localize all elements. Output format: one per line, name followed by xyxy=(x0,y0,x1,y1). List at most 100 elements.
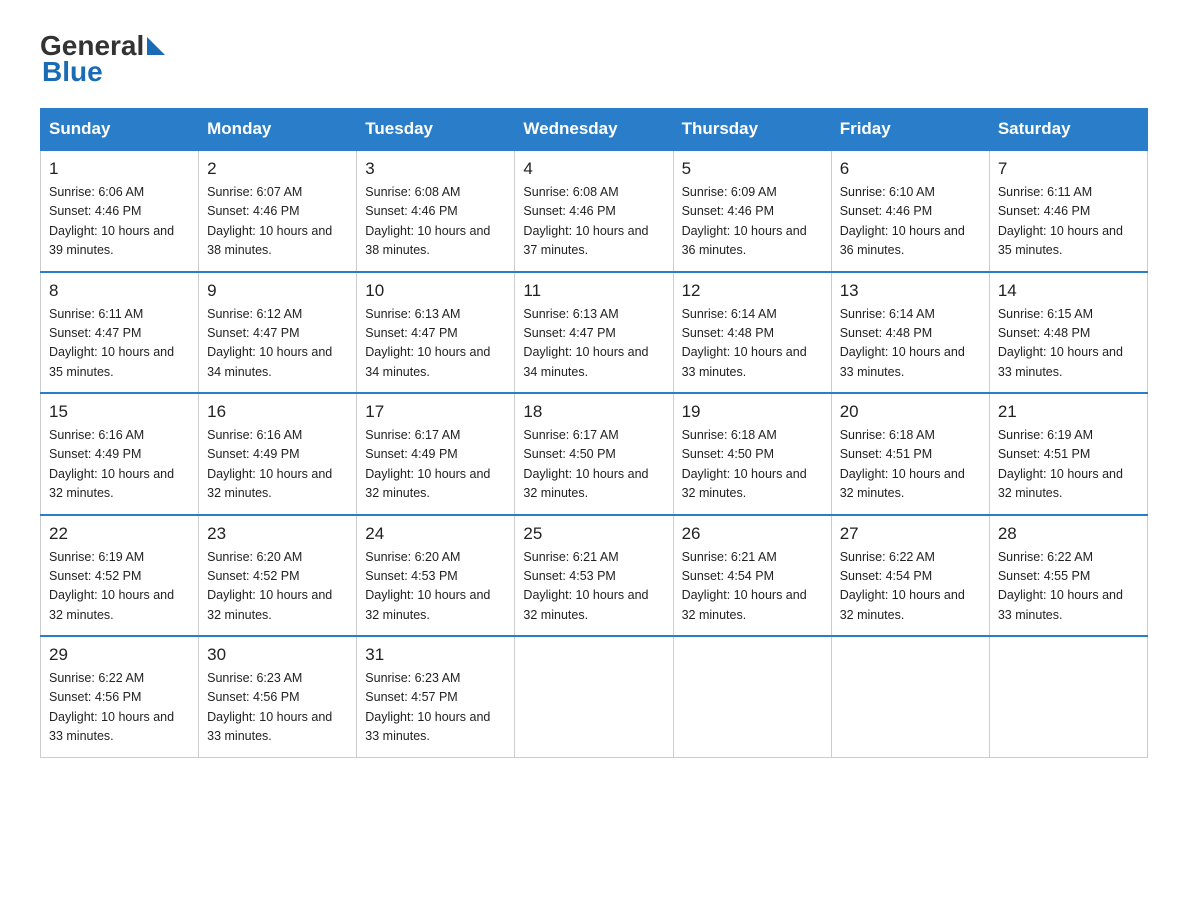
day-info: Sunrise: 6:13 AMSunset: 4:47 PMDaylight:… xyxy=(523,307,648,379)
day-info: Sunrise: 6:22 AMSunset: 4:56 PMDaylight:… xyxy=(49,671,174,743)
day-cell: 16 Sunrise: 6:16 AMSunset: 4:49 PMDayligh… xyxy=(199,393,357,515)
day-number: 20 xyxy=(840,402,981,422)
day-cell: 22Sunrise: 6:19 AMSunset: 4:52 PMDayligh… xyxy=(41,515,199,637)
day-cell xyxy=(673,636,831,757)
logo-blue-text: Blue xyxy=(42,56,103,88)
day-number: 8 xyxy=(49,281,190,301)
day-number: 4 xyxy=(523,159,664,179)
day-cell: 7 Sunrise: 6:11 AMSunset: 4:46 PMDaylight… xyxy=(989,150,1147,272)
day-number: 14 xyxy=(998,281,1139,301)
day-number: 24 xyxy=(365,524,506,544)
day-cell: 13 Sunrise: 6:14 AMSunset: 4:48 PMDayligh… xyxy=(831,272,989,394)
day-number: 2 xyxy=(207,159,348,179)
day-cell: 23 Sunrise: 6:20 AMSunset: 4:52 PMDayligh… xyxy=(199,515,357,637)
day-info: Sunrise: 6:17 AMSunset: 4:49 PMDaylight:… xyxy=(365,428,490,500)
day-number: 26 xyxy=(682,524,823,544)
header-cell-wednesday: Wednesday xyxy=(515,109,673,151)
day-info: Sunrise: 6:16 AMSunset: 4:49 PMDaylight:… xyxy=(49,428,174,500)
day-info: Sunrise: 6:06 AMSunset: 4:46 PMDaylight:… xyxy=(49,185,174,257)
day-cell: 9Sunrise: 6:12 AMSunset: 4:47 PMDaylight… xyxy=(199,272,357,394)
day-number: 6 xyxy=(840,159,981,179)
day-info: Sunrise: 6:17 AMSunset: 4:50 PMDaylight:… xyxy=(523,428,648,500)
day-info: Sunrise: 6:12 AMSunset: 4:47 PMDaylight:… xyxy=(207,307,332,379)
week-row-5: 29 Sunrise: 6:22 AMSunset: 4:56 PMDayligh… xyxy=(41,636,1148,757)
day-cell xyxy=(989,636,1147,757)
day-cell: 4 Sunrise: 6:08 AMSunset: 4:46 PMDaylight… xyxy=(515,150,673,272)
day-info: Sunrise: 6:19 AMSunset: 4:52 PMDaylight:… xyxy=(49,550,174,622)
logo: General Blue xyxy=(40,30,165,88)
day-cell: 29 Sunrise: 6:22 AMSunset: 4:56 PMDayligh… xyxy=(41,636,199,757)
day-number: 15 xyxy=(49,402,190,422)
day-info: Sunrise: 6:10 AMSunset: 4:46 PMDaylight:… xyxy=(840,185,965,257)
day-info: Sunrise: 6:11 AMSunset: 4:47 PMDaylight:… xyxy=(49,307,174,379)
day-number: 11 xyxy=(523,281,664,301)
day-cell xyxy=(831,636,989,757)
day-info: Sunrise: 6:21 AMSunset: 4:54 PMDaylight:… xyxy=(682,550,807,622)
day-info: Sunrise: 6:13 AMSunset: 4:47 PMDaylight:… xyxy=(365,307,490,379)
day-cell: 26 Sunrise: 6:21 AMSunset: 4:54 PMDayligh… xyxy=(673,515,831,637)
day-cell: 5Sunrise: 6:09 AMSunset: 4:46 PMDaylight… xyxy=(673,150,831,272)
day-info: Sunrise: 6:22 AMSunset: 4:55 PMDaylight:… xyxy=(998,550,1123,622)
day-number: 13 xyxy=(840,281,981,301)
day-info: Sunrise: 6:14 AMSunset: 4:48 PMDaylight:… xyxy=(682,307,807,379)
day-info: Sunrise: 6:20 AMSunset: 4:52 PMDaylight:… xyxy=(207,550,332,622)
day-number: 17 xyxy=(365,402,506,422)
day-number: 3 xyxy=(365,159,506,179)
day-number: 23 xyxy=(207,524,348,544)
day-cell: 18Sunrise: 6:17 AMSunset: 4:50 PMDayligh… xyxy=(515,393,673,515)
day-info: Sunrise: 6:11 AMSunset: 4:46 PMDaylight:… xyxy=(998,185,1123,257)
day-cell: 30 Sunrise: 6:23 AMSunset: 4:56 PMDayligh… xyxy=(199,636,357,757)
week-row-4: 22Sunrise: 6:19 AMSunset: 4:52 PMDayligh… xyxy=(41,515,1148,637)
week-row-3: 15 Sunrise: 6:16 AMSunset: 4:49 PMDayligh… xyxy=(41,393,1148,515)
day-number: 27 xyxy=(840,524,981,544)
day-cell xyxy=(515,636,673,757)
header-cell-thursday: Thursday xyxy=(673,109,831,151)
header-cell-tuesday: Tuesday xyxy=(357,109,515,151)
day-cell: 25 Sunrise: 6:21 AMSunset: 4:53 PMDayligh… xyxy=(515,515,673,637)
day-cell: 27 Sunrise: 6:22 AMSunset: 4:54 PMDayligh… xyxy=(831,515,989,637)
day-info: Sunrise: 6:16 AMSunset: 4:49 PMDaylight:… xyxy=(207,428,332,500)
day-number: 10 xyxy=(365,281,506,301)
day-info: Sunrise: 6:23 AMSunset: 4:56 PMDaylight:… xyxy=(207,671,332,743)
day-info: Sunrise: 6:07 AMSunset: 4:46 PMDaylight:… xyxy=(207,185,332,257)
page-header: General Blue xyxy=(40,30,1148,88)
day-cell: 14Sunrise: 6:15 AMSunset: 4:48 PMDayligh… xyxy=(989,272,1147,394)
day-number: 19 xyxy=(682,402,823,422)
header-row: SundayMondayTuesdayWednesdayThursdayFrid… xyxy=(41,109,1148,151)
header-cell-saturday: Saturday xyxy=(989,109,1147,151)
day-info: Sunrise: 6:08 AMSunset: 4:46 PMDaylight:… xyxy=(523,185,648,257)
day-info: Sunrise: 6:20 AMSunset: 4:53 PMDaylight:… xyxy=(365,550,490,622)
day-number: 21 xyxy=(998,402,1139,422)
day-number: 25 xyxy=(523,524,664,544)
day-cell: 19 Sunrise: 6:18 AMSunset: 4:50 PMDayligh… xyxy=(673,393,831,515)
week-row-2: 8 Sunrise: 6:11 AMSunset: 4:47 PMDaylight… xyxy=(41,272,1148,394)
day-number: 29 xyxy=(49,645,190,665)
day-info: Sunrise: 6:08 AMSunset: 4:46 PMDaylight:… xyxy=(365,185,490,257)
day-number: 7 xyxy=(998,159,1139,179)
day-info: Sunrise: 6:19 AMSunset: 4:51 PMDaylight:… xyxy=(998,428,1123,500)
day-number: 16 xyxy=(207,402,348,422)
day-info: Sunrise: 6:22 AMSunset: 4:54 PMDaylight:… xyxy=(840,550,965,622)
day-cell: 21 Sunrise: 6:19 AMSunset: 4:51 PMDayligh… xyxy=(989,393,1147,515)
week-row-1: 1 Sunrise: 6:06 AMSunset: 4:46 PMDaylight… xyxy=(41,150,1148,272)
day-number: 12 xyxy=(682,281,823,301)
day-cell: 12 Sunrise: 6:14 AMSunset: 4:48 PMDayligh… xyxy=(673,272,831,394)
day-cell: 20 Sunrise: 6:18 AMSunset: 4:51 PMDayligh… xyxy=(831,393,989,515)
day-info: Sunrise: 6:23 AMSunset: 4:57 PMDaylight:… xyxy=(365,671,490,743)
header-cell-monday: Monday xyxy=(199,109,357,151)
day-number: 5 xyxy=(682,159,823,179)
day-info: Sunrise: 6:18 AMSunset: 4:50 PMDaylight:… xyxy=(682,428,807,500)
day-cell: 28Sunrise: 6:22 AMSunset: 4:55 PMDayligh… xyxy=(989,515,1147,637)
day-info: Sunrise: 6:14 AMSunset: 4:48 PMDaylight:… xyxy=(840,307,965,379)
day-cell: 6 Sunrise: 6:10 AMSunset: 4:46 PMDaylight… xyxy=(831,150,989,272)
calendar-header: SundayMondayTuesdayWednesdayThursdayFrid… xyxy=(41,109,1148,151)
day-cell: 24 Sunrise: 6:20 AMSunset: 4:53 PMDayligh… xyxy=(357,515,515,637)
day-cell: 17 Sunrise: 6:17 AMSunset: 4:49 PMDayligh… xyxy=(357,393,515,515)
day-info: Sunrise: 6:21 AMSunset: 4:53 PMDaylight:… xyxy=(523,550,648,622)
day-cell: 10 Sunrise: 6:13 AMSunset: 4:47 PMDayligh… xyxy=(357,272,515,394)
day-info: Sunrise: 6:18 AMSunset: 4:51 PMDaylight:… xyxy=(840,428,965,500)
header-cell-friday: Friday xyxy=(831,109,989,151)
day-cell: 1 Sunrise: 6:06 AMSunset: 4:46 PMDaylight… xyxy=(41,150,199,272)
day-number: 1 xyxy=(49,159,190,179)
day-number: 30 xyxy=(207,645,348,665)
